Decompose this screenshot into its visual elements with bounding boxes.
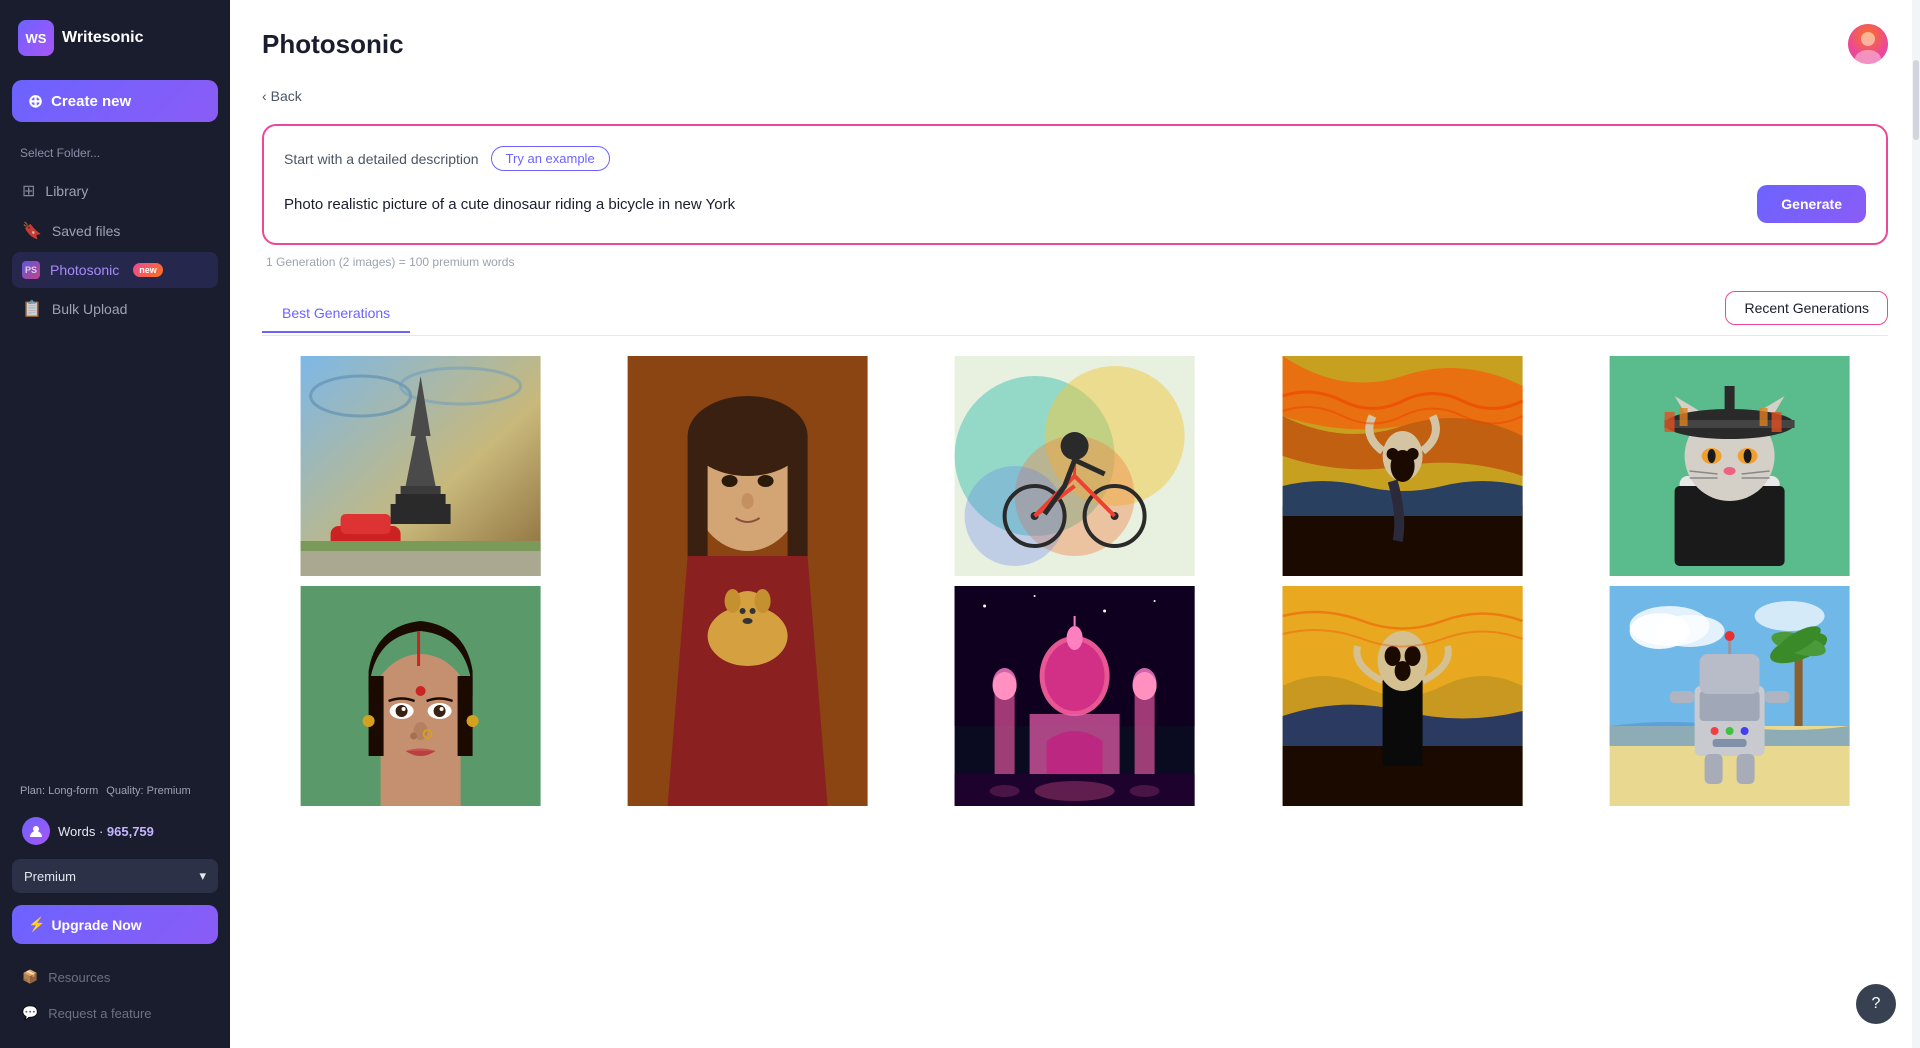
chevron-left-icon: ‹ xyxy=(262,88,267,104)
upgrade-button[interactable]: ⚡ Upgrade Now xyxy=(12,905,218,944)
page-title: Photosonic xyxy=(262,29,404,60)
lightning-icon: ⚡ xyxy=(28,916,45,933)
scrollbar-track[interactable] xyxy=(1912,0,1920,1048)
prompt-input-row: Generate xyxy=(284,185,1866,223)
sidebar-item-label: Photosonic xyxy=(50,262,119,278)
generation-info: 1 Generation (2 images) = 100 premium wo… xyxy=(262,249,1888,275)
image-card-9[interactable] xyxy=(1244,586,1561,806)
try-example-button[interactable]: Try an example xyxy=(491,146,610,171)
select-folder-label: Select Folder... xyxy=(12,142,218,164)
premium-dropdown[interactable]: Premium ▾ xyxy=(12,859,218,893)
words-row: Words · 965,759 xyxy=(12,811,218,851)
tab-best-generations[interactable]: Best Generations xyxy=(262,295,410,333)
chevron-down-icon: ▾ xyxy=(199,868,206,884)
words-count: 965,759 xyxy=(107,824,154,839)
plan-info: Plan: Long-form Quality: Premium xyxy=(12,781,218,801)
image-card-5[interactable] xyxy=(1571,356,1888,576)
bookmark-icon: 🔖 xyxy=(22,221,42,241)
sidebar-item-photosonic[interactable]: PS Photosonic new xyxy=(12,252,218,288)
sidebar-bottom: Plan: Long-form Quality: Premium Words ·… xyxy=(12,781,218,1032)
app-name: Writesonic xyxy=(62,29,144,47)
back-link[interactable]: ‹ Back xyxy=(262,88,1888,104)
image-card-8[interactable] xyxy=(916,586,1233,806)
logo-icon: WS xyxy=(18,20,54,56)
prompt-label: Start with a detailed description xyxy=(284,151,479,167)
help-icon: ? xyxy=(1872,995,1881,1013)
logo-area: WS Writesonic xyxy=(12,16,218,60)
main-content: Photosonic ‹ Back Start with a detailed … xyxy=(230,0,1920,1048)
words-label: Words · 965,759 xyxy=(58,824,154,839)
sidebar-item-request-feature[interactable]: 💬 Request a feature xyxy=(12,996,218,1030)
main-header: Photosonic xyxy=(262,24,1888,64)
new-badge: new xyxy=(133,263,163,277)
sidebar-item-saved-files[interactable]: 🔖 Saved files xyxy=(12,212,218,250)
sidebar-item-label: Bulk Upload xyxy=(52,301,128,317)
image-card-6[interactable] xyxy=(262,586,579,806)
image-grid xyxy=(262,356,1888,806)
image-card-10[interactable] xyxy=(1571,586,1888,806)
words-avatar xyxy=(22,817,50,845)
image-card-4[interactable] xyxy=(1244,356,1561,576)
sidebar: WS Writesonic ⊕ Create new Select Folder… xyxy=(0,0,230,1048)
prompt-input[interactable] xyxy=(284,192,1745,217)
prompt-container: Start with a detailed description Try an… xyxy=(262,124,1888,245)
tabs-row: Best Generations Recent Generations xyxy=(262,291,1888,336)
sidebar-item-bulk-upload[interactable]: 📋 Bulk Upload xyxy=(12,290,218,328)
sidebar-item-library[interactable]: ⊞ Library xyxy=(12,172,218,210)
prompt-header: Start with a detailed description Try an… xyxy=(284,146,1866,171)
generate-button[interactable]: Generate xyxy=(1757,185,1866,223)
user-avatar[interactable] xyxy=(1848,24,1888,64)
sidebar-item-label: Library xyxy=(45,183,88,199)
sidebar-item-label: Request a feature xyxy=(48,1006,151,1021)
scrollbar-thumb[interactable] xyxy=(1913,60,1919,140)
resources-icon: 📦 xyxy=(22,969,38,985)
bulk-upload-icon: 📋 xyxy=(22,299,42,319)
sidebar-item-label: Resources xyxy=(48,970,110,985)
image-card-3[interactable] xyxy=(916,356,1233,576)
create-new-button[interactable]: ⊕ Create new xyxy=(12,80,218,122)
help-button[interactable]: ? xyxy=(1856,984,1896,1024)
sidebar-item-resources[interactable]: 📦 Resources xyxy=(12,960,218,994)
recent-generations-button[interactable]: Recent Generations xyxy=(1725,291,1888,325)
image-card-1[interactable] xyxy=(262,356,579,576)
plus-icon: ⊕ xyxy=(28,92,43,110)
sidebar-item-label: Saved files xyxy=(52,223,120,239)
library-icon: ⊞ xyxy=(22,181,35,201)
image-card-2[interactable] xyxy=(589,356,906,806)
tabs-left: Best Generations xyxy=(262,295,410,332)
photosonic-icon: PS xyxy=(22,261,40,279)
chat-icon: 💬 xyxy=(22,1005,38,1021)
